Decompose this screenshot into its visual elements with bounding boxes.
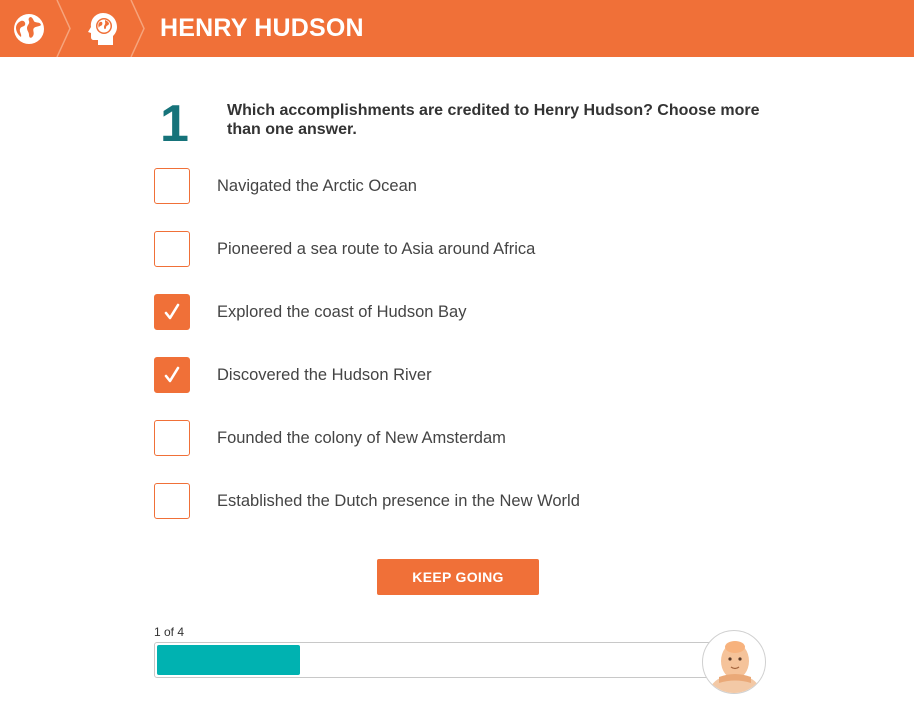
question-text: Which accomplishments are credited to He… xyxy=(227,102,760,138)
answer-option-label: Pioneered a sea route to Asia around Afr… xyxy=(217,239,536,258)
answer-checkbox[interactable] xyxy=(154,231,190,267)
answer-checkbox[interactable] xyxy=(154,357,190,393)
keep-going-button[interactable]: KEEP GOING xyxy=(377,559,539,595)
answer-option[interactable]: Established the Dutch presence in the Ne… xyxy=(154,483,674,519)
answer-option[interactable]: Navigated the Arctic Ocean xyxy=(154,168,674,204)
globe-icon[interactable] xyxy=(0,0,57,57)
progress-track xyxy=(154,642,714,678)
answer-option[interactable]: Explored the coast of Hudson Bay xyxy=(154,294,674,330)
answer-option-label: Explored the coast of Hudson Bay xyxy=(217,302,467,321)
head-globe-icon[interactable] xyxy=(74,0,131,57)
answer-checkbox[interactable] xyxy=(154,294,190,330)
breadcrumb-separator-icon xyxy=(56,0,71,57)
progress-label: 1 of 4 xyxy=(154,625,185,639)
question-number: 1 xyxy=(160,95,189,153)
checkmark-icon xyxy=(164,303,180,320)
answer-checkbox[interactable] xyxy=(154,420,190,456)
page-title: HENRY HUDSON xyxy=(160,14,364,42)
answer-checkbox[interactable] xyxy=(154,483,190,519)
checkmark-icon xyxy=(164,366,180,383)
progress-fill xyxy=(157,645,300,675)
answer-checkbox[interactable] xyxy=(154,168,190,204)
answer-option[interactable]: Discovered the Hudson River xyxy=(154,357,674,393)
mascot-avatar xyxy=(702,630,766,694)
answer-option-label: Established the Dutch presence in the Ne… xyxy=(217,491,580,510)
answer-option-label: Founded the colony of New Amsterdam xyxy=(217,428,506,447)
answer-option-label: Discovered the Hudson River xyxy=(217,365,432,384)
answer-option[interactable]: Pioneered a sea route to Asia around Afr… xyxy=(154,231,674,267)
answer-option-label: Navigated the Arctic Ocean xyxy=(217,176,417,195)
top-bar: HENRY HUDSON xyxy=(0,0,914,57)
answer-option[interactable]: Founded the colony of New Amsterdam xyxy=(154,420,674,456)
mascot-icon xyxy=(711,641,759,693)
breadcrumb-separator-icon xyxy=(130,0,145,57)
